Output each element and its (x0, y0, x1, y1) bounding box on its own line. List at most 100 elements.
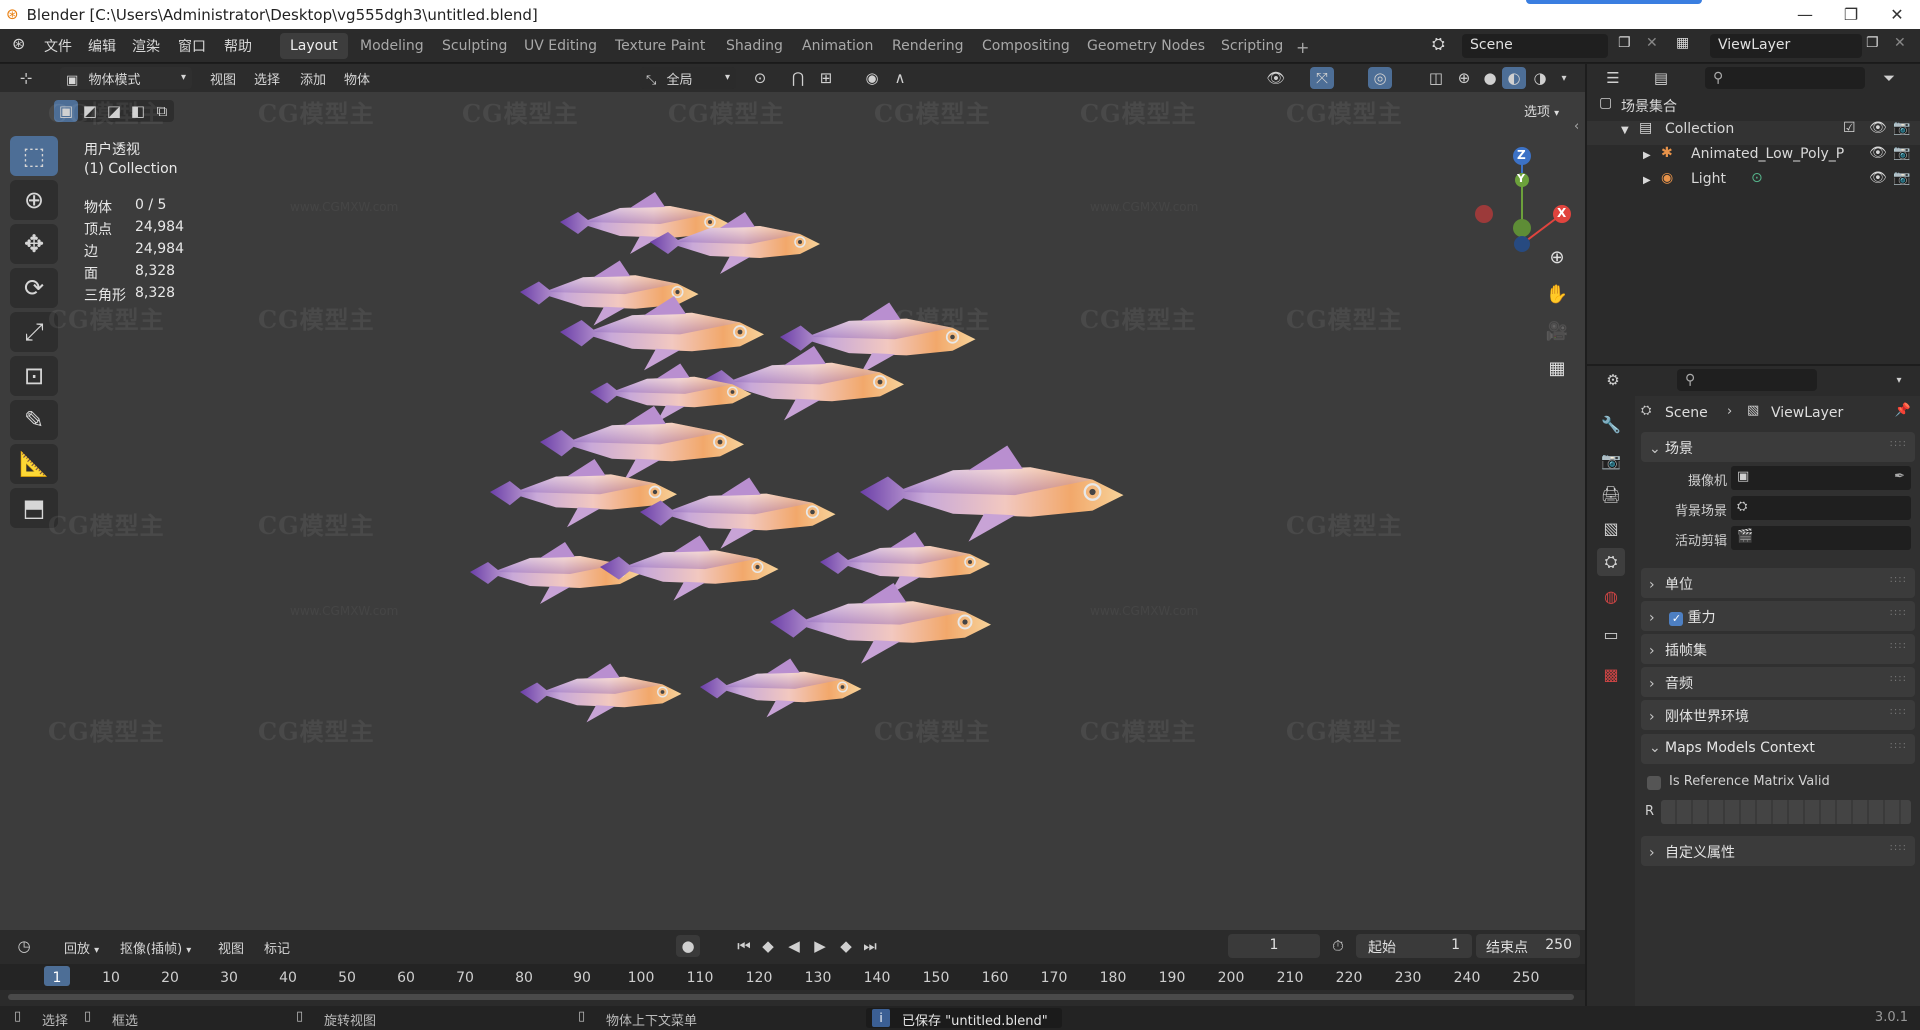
filter-icon[interactable]: ⏷ (1877, 67, 1901, 89)
jump-start-icon[interactable]: ⏮ (732, 935, 756, 957)
panel-maps-models-context[interactable]: ⌄ Maps Models Context :::: (1641, 734, 1915, 764)
outliner-search-input[interactable]: ⚲ (1705, 67, 1865, 89)
drag-grip-icon[interactable]: :::: (1890, 842, 1907, 853)
remove-viewlayer-icon[interactable]: ✕ (1894, 36, 1906, 50)
viewlayer-selector-icon[interactable]: ▦ (1676, 36, 1689, 50)
viewlayer-field[interactable]: ViewLayer (1710, 34, 1862, 58)
render-camera-icon[interactable]: 📷 (1893, 146, 1910, 160)
expand-arrow-icon[interactable]: ▶ (1643, 151, 1651, 161)
drag-grip-icon[interactable]: :::: (1890, 740, 1907, 751)
tab-shading[interactable]: Shading (716, 33, 793, 59)
tab-texture-paint[interactable]: Texture Paint (605, 33, 715, 59)
tab-view-layer-icon[interactable]: ▧ (1597, 514, 1625, 542)
properties-editor-type-icon[interactable]: ⚙ (1601, 369, 1625, 391)
drag-grip-icon[interactable]: :::: (1890, 640, 1907, 651)
overlay-toggle-icon[interactable]: ◎ (1368, 67, 1392, 89)
outliner-row-scene-collection[interactable]: ▢ 场景集合 (1587, 96, 1920, 120)
playback-menu[interactable]: 回放 ▾ (64, 938, 99, 957)
snap-target-icon[interactable]: ⊞ (814, 67, 838, 89)
expand-arrow-icon[interactable]: ▼ (1621, 126, 1629, 136)
zoom-icon[interactable]: ⊕ (1542, 242, 1572, 272)
tab-sculpting[interactable]: Sculpting (432, 33, 517, 59)
add-workspace-icon[interactable]: + (1286, 33, 1319, 59)
scene-field[interactable]: Scene (1462, 34, 1608, 58)
save-report[interactable]: i 已保存 "untitled.blend" (866, 1008, 1062, 1029)
drag-grip-icon[interactable]: :::: (1890, 607, 1907, 618)
pivot-point-icon[interactable]: ⊙ (748, 67, 772, 89)
tab-render-icon[interactable]: 📷 (1597, 446, 1625, 474)
viewport-menu-select[interactable]: 选择 (254, 69, 280, 88)
panel-audio[interactable]: › 音频 :::: (1641, 667, 1915, 697)
navigation-gizmo[interactable]: Z Y X (1470, 140, 1590, 260)
ref-matrix-checkbox[interactable] (1647, 776, 1661, 790)
collapse-sidebar-icon[interactable]: ‹ (1574, 120, 1579, 133)
tab-geometry-nodes[interactable]: Geometry Nodes (1077, 33, 1215, 59)
jump-end-icon[interactable]: ⏭ (858, 935, 882, 957)
outliner-editor-type-icon[interactable]: ☰ (1601, 67, 1625, 89)
current-frame-field[interactable]: 1 (1228, 934, 1320, 958)
keying-menu[interactable]: 抠像(插帧) ▾ (120, 938, 191, 957)
menu-render[interactable]: 渲染 (132, 36, 160, 56)
new-viewlayer-icon[interactable]: ❐ (1866, 36, 1879, 50)
panel-keying-sets[interactable]: › 插帧集 :::: (1641, 634, 1915, 664)
tab-texture-icon[interactable]: ▩ (1597, 660, 1625, 688)
close-window-button[interactable]: ✕ (1874, 0, 1920, 29)
play-icon[interactable]: ▶ (808, 935, 832, 957)
panel-rigid-body-world[interactable]: › 刚体世界环境 :::: (1641, 700, 1915, 730)
gravity-checkbox[interactable]: ✓ (1669, 612, 1684, 626)
tab-rendering[interactable]: Rendering (882, 33, 974, 59)
frame-ruler[interactable]: 1 10 20 30 40 50 60 70 80 90 100 110 120… (0, 964, 1585, 990)
outliner-row-armature[interactable]: ▶ ✱ Animated_Low_Poly_P 👁 📷 (1587, 146, 1920, 170)
drag-grip-icon[interactable]: :::: (1890, 438, 1907, 449)
wireframe-shading-icon[interactable]: ⊕ (1452, 67, 1476, 89)
timeline-scrollbar[interactable] (8, 994, 1574, 1000)
tab-collection-icon[interactable]: ▭ (1597, 620, 1625, 648)
remove-scene-icon[interactable]: ✕ (1646, 36, 1658, 50)
editor-type-icon[interactable]: ⊹ (14, 67, 38, 89)
drag-grip-icon[interactable]: :::: (1890, 706, 1907, 717)
timeline-menu-view[interactable]: 视图 (218, 938, 244, 957)
pin-icon[interactable]: 📌 (1895, 404, 1911, 417)
r-matrix-field[interactable] (1661, 800, 1911, 824)
camera-field[interactable]: ▣ ✒ (1731, 466, 1911, 490)
proportional-edit-icon[interactable]: ◉ (860, 67, 884, 89)
tab-layout[interactable]: Layout (280, 33, 348, 59)
falloff-icon[interactable]: ∧ (888, 67, 912, 89)
tab-modeling[interactable]: Modeling (350, 33, 434, 59)
end-frame-field[interactable]: 结束点 250 (1476, 934, 1580, 958)
record-keyframe-icon[interactable]: ● (676, 935, 700, 957)
restore-button[interactable]: ❐ (1828, 0, 1874, 29)
expand-arrow-icon[interactable]: ▶ (1643, 176, 1651, 186)
properties-search-input[interactable]: ⚲ (1677, 369, 1817, 391)
panel-gravity[interactable]: › ✓ 重力 :::: (1641, 601, 1915, 631)
transform-orientation-dropdown[interactable]: ⤡ 全局 ▾ (640, 67, 736, 89)
viewport-menu-object[interactable]: 物体 (344, 69, 370, 88)
tab-animation[interactable]: Animation (792, 33, 883, 59)
viewport-menu-view[interactable]: 视图 (210, 69, 236, 88)
tab-tool-icon[interactable]: 🔧 (1597, 410, 1625, 438)
next-keyframe-icon[interactable]: ◆ (834, 935, 858, 957)
material-shading-icon[interactable]: ◐ (1502, 67, 1526, 89)
menu-help[interactable]: 帮助 (224, 36, 252, 56)
orthographic-toggle-icon[interactable]: ▦ (1542, 353, 1572, 383)
timeline-editor-type-icon[interactable]: ◷ (12, 935, 36, 957)
rendered-shading-icon[interactable]: ◑ (1528, 67, 1552, 89)
outliner-row-light[interactable]: ▶ ◉ Light ⊙ 👁 📷 (1587, 171, 1920, 195)
tab-output-icon[interactable]: 🖨 (1597, 480, 1625, 508)
render-camera-icon[interactable]: 📷 (1893, 121, 1910, 135)
mode-dropdown[interactable]: ▣ 物体模式 ▾ (60, 67, 192, 89)
visibility-icon[interactable]: 👁 (1264, 67, 1288, 89)
tab-scripting[interactable]: Scripting (1211, 33, 1293, 59)
3d-viewport[interactable]: ⊹ ▣ 物体模式 ▾ 视图 选择 添加 物体 ⤡ 全局 ▾ ⊙ ⋂ ⊞ ◉ ∧ … (0, 64, 1585, 930)
viewport-menu-add[interactable]: 添加 (300, 69, 326, 88)
xray-toggle-icon[interactable]: ◫ (1424, 67, 1448, 89)
active-clip-field[interactable]: 🎬 (1731, 526, 1911, 550)
tab-scene-icon[interactable]: ⛭ (1597, 548, 1625, 576)
solid-shading-icon[interactable]: ● (1478, 67, 1502, 89)
play-reverse-icon[interactable]: ◀ (782, 935, 806, 957)
outliner-row-collection[interactable]: ▼ ▤ Collection ☑ 👁 📷 (1587, 121, 1920, 145)
snap-icon[interactable]: ⋂ (786, 67, 810, 89)
drag-grip-icon[interactable]: :::: (1890, 574, 1907, 585)
camera-view-icon[interactable]: 🎥 (1542, 316, 1572, 346)
gizmo-toggle-icon[interactable]: ⤧ (1310, 67, 1334, 89)
